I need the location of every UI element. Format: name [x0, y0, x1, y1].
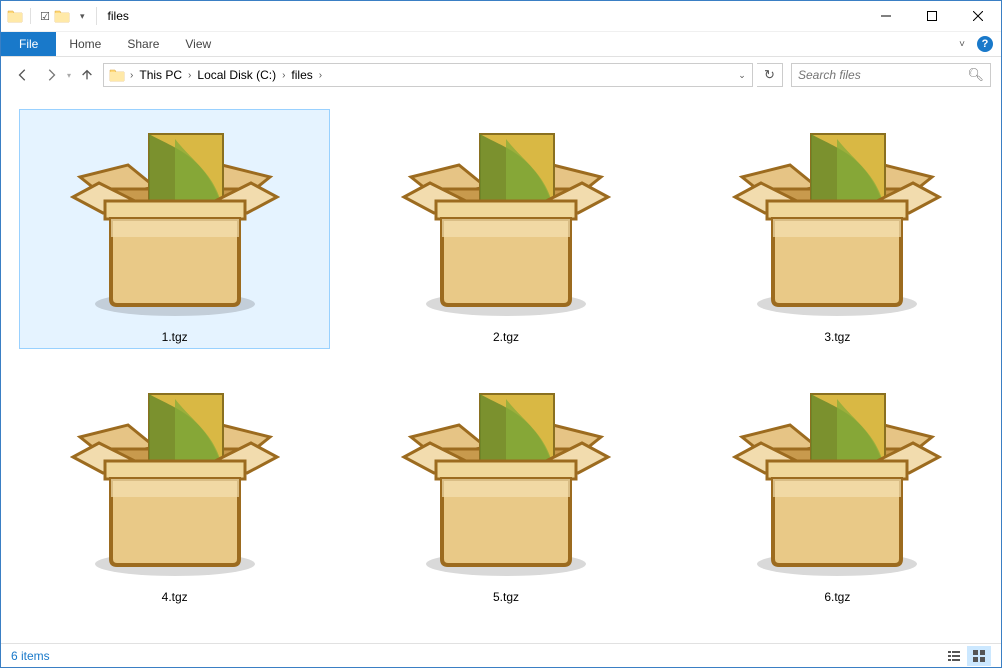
forward-button[interactable]	[39, 63, 63, 87]
maximize-button[interactable]	[909, 1, 955, 31]
breadcrumb-arrow-icon[interactable]: ›	[279, 70, 288, 81]
file-name-label: 6.tgz	[824, 590, 850, 604]
breadcrumb: › This PC › Local Disk (C:) › files ›	[127, 68, 325, 82]
large-icons-view-button[interactable]	[967, 646, 991, 666]
status-bar: 6 items	[1, 643, 1001, 667]
file-name-label: 1.tgz	[162, 330, 188, 344]
address-box[interactable]: › This PC › Local Disk (C:) › files › ⌄	[103, 63, 753, 87]
tab-home[interactable]: Home	[56, 32, 114, 56]
quick-access-toolbar: ☑ ▾	[1, 8, 89, 24]
tab-share[interactable]: Share	[114, 32, 172, 56]
help-button[interactable]: ?	[977, 36, 993, 52]
breadcrumb-arrow-icon[interactable]: ›	[185, 70, 194, 81]
archive-icon	[45, 114, 305, 324]
file-item[interactable]: 2.tgz	[350, 109, 661, 349]
breadcrumb-files[interactable]: files	[288, 68, 315, 82]
qat-customize-button[interactable]: ▾	[76, 9, 89, 24]
archive-icon	[376, 374, 636, 584]
collapse-ribbon-button[interactable]: ˅	[951, 32, 973, 56]
location-folder-icon	[109, 67, 125, 83]
search-input[interactable]	[798, 68, 967, 82]
file-name-label: 4.tgz	[162, 590, 188, 604]
search-box[interactable]: 🔍︎	[791, 63, 991, 87]
file-list-pane[interactable]: 1.tgz 2.tgz 3.tgz 4.tgz 5.tgz 6.tgz	[1, 93, 1001, 643]
breadcrumb-arrow-icon[interactable]: ›	[316, 70, 325, 81]
refresh-button[interactable]: ↻	[757, 63, 783, 87]
tab-view[interactable]: View	[172, 32, 224, 56]
new-folder-icon[interactable]	[54, 8, 70, 24]
window-title: files	[108, 9, 129, 23]
recent-locations-button[interactable]: ▾	[67, 71, 71, 80]
tab-file[interactable]: File	[1, 32, 56, 56]
address-bar-row: ▾ › This PC › Local Disk (C:) › files › …	[1, 57, 1001, 93]
file-item[interactable]: 1.tgz	[19, 109, 330, 349]
archive-icon	[45, 374, 305, 584]
qat-divider	[30, 8, 31, 24]
ribbon-tabs: File Home Share View ˅ ?	[1, 32, 1001, 57]
archive-icon	[376, 114, 636, 324]
breadcrumb-root-arrow[interactable]: ›	[127, 70, 136, 81]
titlebar-divider	[96, 7, 97, 25]
file-name-label: 2.tgz	[493, 330, 519, 344]
details-view-button[interactable]	[942, 646, 966, 666]
breadcrumb-this-pc[interactable]: This PC	[136, 68, 185, 82]
file-name-label: 5.tgz	[493, 590, 519, 604]
file-name-label: 3.tgz	[824, 330, 850, 344]
app-folder-icon	[7, 8, 23, 24]
search-icon[interactable]: 🔍︎	[967, 67, 984, 83]
breadcrumb-local-disk[interactable]: Local Disk (C:)	[194, 68, 279, 82]
archive-icon	[707, 374, 967, 584]
properties-icon[interactable]: ☑	[38, 9, 52, 23]
back-button[interactable]	[11, 63, 35, 87]
up-button[interactable]	[75, 63, 99, 87]
minimize-button[interactable]	[863, 1, 909, 31]
file-item[interactable]: 4.tgz	[19, 369, 330, 609]
view-mode-buttons	[942, 646, 991, 666]
file-item[interactable]: 6.tgz	[682, 369, 993, 609]
status-item-count: 6 items	[11, 649, 50, 663]
file-item[interactable]: 3.tgz	[682, 109, 993, 349]
archive-icon	[707, 114, 967, 324]
titlebar: ☑ ▾ files	[1, 1, 1001, 32]
address-history-button[interactable]: ⌄	[732, 70, 752, 81]
close-button[interactable]	[955, 1, 1001, 31]
window-controls	[863, 1, 1001, 31]
file-item[interactable]: 5.tgz	[350, 369, 661, 609]
